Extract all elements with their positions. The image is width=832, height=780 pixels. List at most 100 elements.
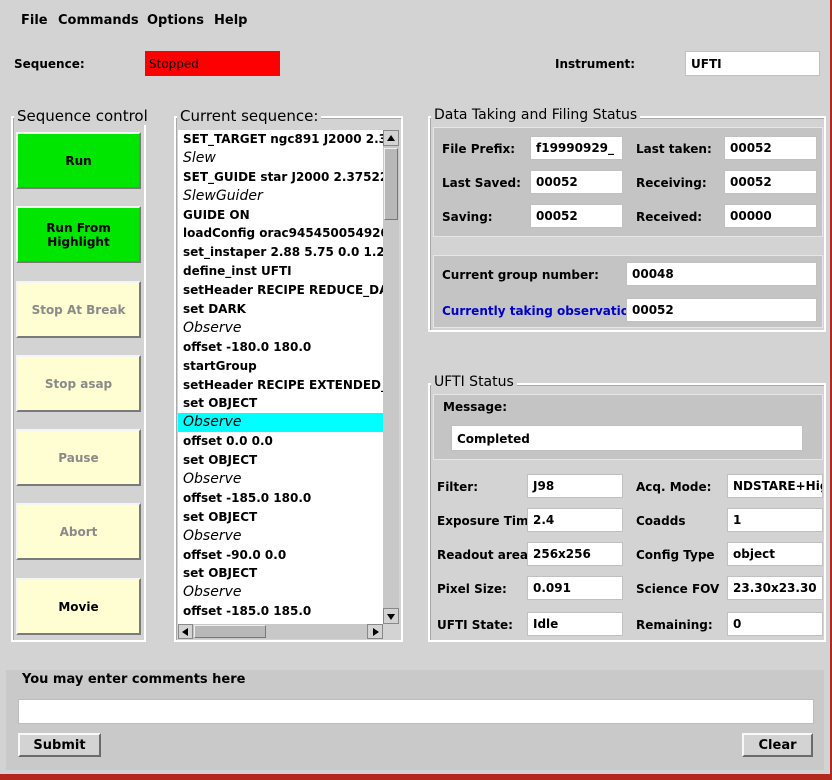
file-prefix-label: File Prefix: (442, 142, 516, 156)
run-button[interactable]: Run (16, 132, 141, 189)
sequence-control-title: Sequence control (14, 107, 151, 125)
scroll-left-button[interactable] (178, 624, 193, 639)
sequence-item[interactable]: set OBJECT (178, 508, 383, 527)
pixel-size-label: Pixel Size: (437, 582, 507, 596)
instrument-label: Instrument: (555, 57, 636, 71)
sequence-item[interactable]: SET_TARGET ngc891 J2000 2.3 (178, 130, 383, 149)
menu-bar: File Commands Options Help (8, 8, 822, 34)
submit-button[interactable]: Submit (18, 733, 101, 757)
comments-input[interactable] (18, 699, 814, 724)
saving-field: 00052 (530, 204, 623, 228)
sequence-list[interactable]: SET_TARGET ngc891 J2000 2.3 Slew SET_GUIDE… (178, 130, 383, 624)
scroll-right-button[interactable] (367, 624, 383, 639)
sequence-item[interactable]: startGroup (178, 357, 383, 376)
scroll-thumb[interactable] (384, 148, 398, 220)
last-taken-label: Last taken: (636, 142, 712, 156)
menu-commands[interactable]: Commands (58, 13, 139, 28)
current-observation-field: 00052 (626, 298, 817, 322)
receiving-field: 00052 (724, 170, 817, 194)
sequence-item[interactable]: setHeader RECIPE REDUCE_DA (178, 281, 383, 300)
sequence-item[interactable]: offset -90.0 0.0 (178, 546, 383, 565)
current-observation-label: Currently taking observation: (442, 304, 643, 318)
movie-button[interactable]: Movie (16, 578, 141, 635)
sequence-item[interactable]: offset -180.0 180.0 (178, 338, 383, 357)
sequence-status-indicator: Stopped (145, 51, 280, 76)
sequence-item[interactable]: Observe (178, 470, 383, 489)
sequence-item[interactable]: set OBJECT (178, 451, 383, 470)
sequence-item[interactable]: set OBJECT (178, 394, 383, 413)
stop-at-break-button[interactable]: Stop At Break (16, 281, 141, 338)
coadds-field: 1 (727, 508, 823, 532)
saving-label: Saving: (442, 210, 493, 224)
sequence-item[interactable]: GUIDE ON (178, 206, 383, 225)
sequence-vertical-scrollbar[interactable] (383, 130, 399, 624)
last-saved-label: Last Saved: (442, 176, 521, 190)
filter-label: Filter: (437, 480, 479, 494)
science-fov-field: 23.30x23.30 (727, 576, 823, 600)
sequence-item[interactable]: setHeader RECIPE EXTENDED_ (178, 376, 383, 395)
receiving-label: Receiving: (636, 176, 707, 190)
sequence-item[interactable]: Observe (178, 319, 383, 338)
data-taking-title: Data Taking and Filing Status (431, 107, 641, 123)
remaining-label: Remaining: (636, 618, 713, 632)
sequence-item[interactable]: Slew (178, 149, 383, 168)
sequence-item[interactable]: offset -185.0 185.0 (178, 602, 383, 621)
readout-area-label: Readout area (437, 548, 529, 562)
sequence-item[interactable]: Observe (178, 583, 383, 602)
sequence-item-selected[interactable]: Observe (178, 413, 383, 433)
scroll-down-button[interactable] (383, 608, 399, 624)
menu-help[interactable]: Help (214, 13, 247, 28)
arrow-up-icon (387, 135, 395, 141)
config-type-label: Config Type (636, 548, 715, 562)
filter-field: J98 (527, 474, 623, 498)
ufti-state-label: UFTI State: (437, 618, 513, 632)
last-taken-field: 00052 (724, 136, 817, 160)
menu-options[interactable]: Options (147, 13, 204, 28)
message-field: Completed (451, 425, 803, 451)
clear-button[interactable]: Clear (742, 733, 813, 757)
file-prefix-field: f19990929_ (530, 136, 623, 160)
stop-asap-button[interactable]: Stop asap (16, 355, 141, 412)
last-saved-field: 00052 (530, 170, 623, 194)
current-sequence-title: Current sequence: (177, 107, 322, 125)
sequence-label: Sequence: (14, 57, 85, 71)
acq-mode-field: NDSTARE+Hig (727, 474, 823, 498)
ufti-state-field: Idle (527, 612, 623, 636)
remaining-field: 0 (727, 612, 823, 636)
science-fov-label: Science FOV (636, 582, 720, 596)
sequence-item[interactable]: SET_GUIDE star J2000 2.37522 (178, 168, 383, 187)
acq-mode-label: Acq. Mode: (636, 480, 712, 494)
readout-area-field: 256x256 (527, 542, 623, 566)
comments-title: You may enter comments here (22, 672, 246, 687)
instrument-field: UFTI (685, 51, 820, 76)
pixel-size-field: 0.091 (527, 576, 623, 600)
sequence-item[interactable]: define_inst UFTI (178, 262, 383, 281)
received-label: Received: (636, 210, 703, 224)
group-number-label: Current group number: (442, 268, 599, 282)
sequence-item[interactable]: offset -185.0 180.0 (178, 489, 383, 508)
ufti-status-title: UFTI Status (431, 374, 517, 390)
received-field: 00000 (724, 204, 817, 228)
sequence-item[interactable]: loadConfig orac945450054920_ (178, 224, 383, 243)
message-label: Message: (443, 400, 507, 414)
sequence-item[interactable]: set DARK (178, 300, 383, 319)
arrow-down-icon (387, 614, 395, 620)
coadds-label: Coadds (636, 514, 686, 528)
scroll-up-button[interactable] (383, 130, 399, 146)
abort-button[interactable]: Abort (16, 503, 141, 560)
sequence-item[interactable]: set OBJECT (178, 564, 383, 583)
application-window: File Commands Options Help Sequence: Sto… (0, 0, 830, 774)
sequence-item[interactable]: offset 0.0 0.0 (178, 432, 383, 451)
exposure-time-field: 2.4 (527, 508, 623, 532)
sequence-horizontal-scrollbar[interactable] (178, 624, 383, 639)
menu-file[interactable]: File (21, 13, 48, 28)
pause-button[interactable]: Pause (16, 429, 141, 486)
sequence-item[interactable]: Observe (178, 527, 383, 546)
arrow-left-icon (182, 628, 188, 636)
config-type-field: object (727, 542, 823, 566)
hscroll-thumb[interactable] (194, 625, 266, 638)
sequence-item[interactable]: SlewGuider (178, 187, 383, 206)
group-number-field: 00048 (626, 262, 817, 286)
run-from-highlight-button[interactable]: Run From Highlight (16, 206, 141, 263)
sequence-item[interactable]: set_instaper 2.88 5.75 0.0 1.250 (178, 243, 383, 262)
